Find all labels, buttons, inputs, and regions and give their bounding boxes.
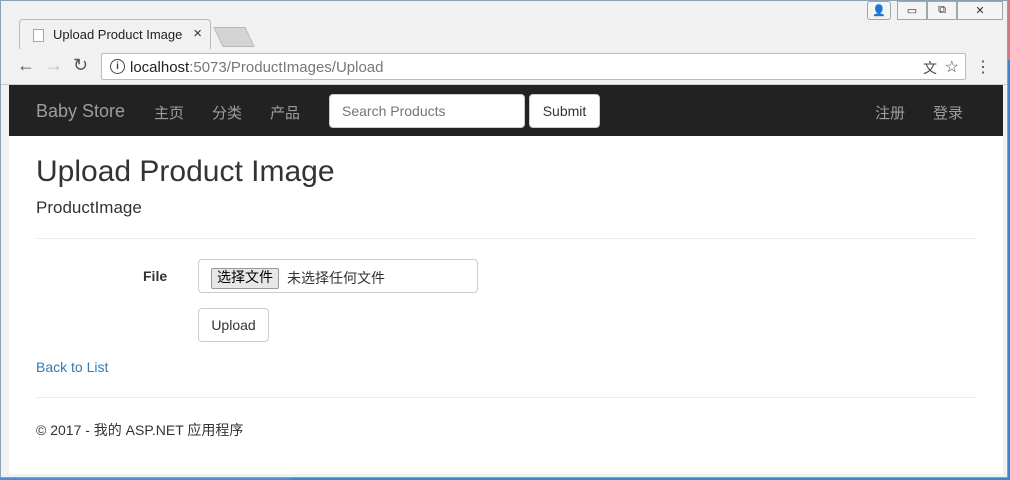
browser-toolbar: ← → ↻ i localhost:5073/ProductImages/Upl… bbox=[1, 49, 1007, 85]
footer-text: © 2017 - 我的 ASP.NET 应用程序 bbox=[36, 422, 244, 438]
title-bar: Upload Product Image × 👤 ▭ ⧉ ✕ bbox=[1, 1, 1007, 49]
tab-title: Upload Product Image bbox=[53, 27, 183, 42]
site-info-icon[interactable]: i bbox=[110, 59, 125, 74]
bookmark-star-icon[interactable]: ☆ bbox=[945, 57, 959, 77]
url-path: :5073/ProductImages/Upload bbox=[189, 59, 384, 76]
site-navbar: Baby Store 主页 分类 产品 Submit 注册 登录 bbox=[9, 85, 1003, 136]
upload-button[interactable]: Upload bbox=[198, 308, 269, 342]
web-page: Baby Store 主页 分类 产品 Submit 注册 登录 Upload … bbox=[9, 85, 1003, 474]
choose-file-button[interactable]: 选择文件 bbox=[211, 268, 279, 289]
page-subtitle: ProductImage bbox=[36, 198, 142, 217]
new-tab-button[interactable] bbox=[213, 27, 255, 47]
close-window-button[interactable]: ✕ bbox=[957, 1, 1003, 20]
address-bar[interactable]: i localhost:5073/ProductImages/Upload 文 … bbox=[101, 53, 966, 80]
window-controls: ▭ ⧉ ✕ bbox=[897, 1, 1003, 21]
browser-window: Upload Product Image × 👤 ▭ ⧉ ✕ ← → ↻ i l… bbox=[0, 0, 1008, 478]
footer-divider bbox=[36, 397, 976, 398]
nav-link-categories[interactable]: 分类 bbox=[212, 102, 242, 123]
restore-button[interactable]: ⧉ bbox=[927, 1, 957, 20]
back-arrow-icon[interactable]: ← bbox=[17, 55, 35, 76]
minimize-button[interactable]: ▭ bbox=[897, 1, 927, 20]
file-label: File bbox=[143, 268, 168, 284]
page-favicon-icon bbox=[33, 29, 44, 42]
url-text[interactable]: localhost:5073/ProductImages/Upload bbox=[130, 59, 384, 76]
user-profile-icon[interactable]: 👤 bbox=[867, 1, 891, 20]
browser-tab[interactable]: Upload Product Image × bbox=[19, 19, 211, 49]
divider bbox=[36, 238, 976, 239]
file-input[interactable]: 选择文件 未选择任何文件 bbox=[198, 259, 478, 293]
page-title: Upload Product Image bbox=[36, 155, 335, 188]
back-to-list-link[interactable]: Back to List bbox=[36, 359, 108, 375]
browser-menu-icon[interactable]: ⋮ bbox=[975, 57, 991, 77]
search-input[interactable] bbox=[329, 94, 525, 128]
url-host: localhost bbox=[130, 59, 190, 76]
translate-icon[interactable]: 文 bbox=[923, 58, 937, 78]
nav-link-login[interactable]: 登录 bbox=[933, 102, 963, 123]
brand-link[interactable]: Baby Store bbox=[36, 101, 125, 122]
no-file-text: 未选择任何文件 bbox=[287, 270, 385, 286]
tab-close-icon[interactable]: × bbox=[193, 25, 202, 42]
nav-link-home[interactable]: 主页 bbox=[154, 102, 184, 123]
nav-link-register[interactable]: 注册 bbox=[875, 102, 905, 123]
nav-link-products[interactable]: 产品 bbox=[270, 102, 300, 123]
search-submit-button[interactable]: Submit bbox=[529, 94, 600, 128]
forward-arrow-icon[interactable]: → bbox=[45, 55, 63, 76]
reload-icon[interactable]: ↻ bbox=[73, 55, 88, 76]
